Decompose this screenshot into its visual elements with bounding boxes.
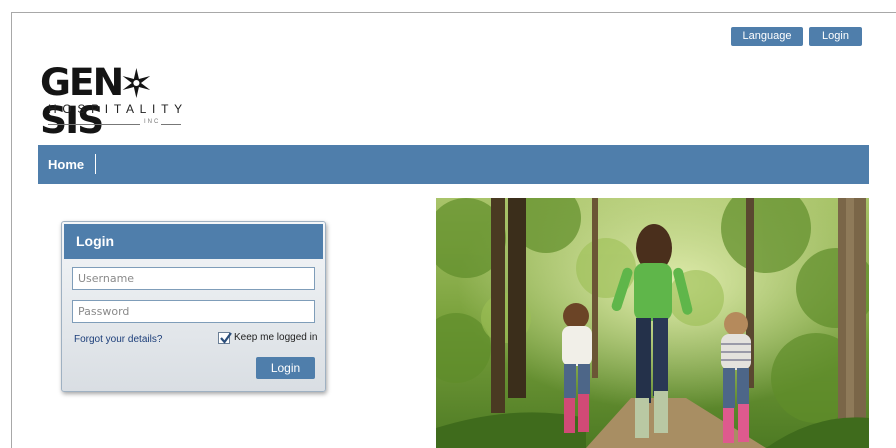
keep-logged-in-checkbox[interactable] bbox=[218, 332, 232, 344]
username-input[interactable] bbox=[72, 267, 315, 290]
nav-home[interactable]: Home bbox=[48, 145, 84, 184]
logo-rule-right bbox=[161, 124, 181, 125]
login-panel-title: Login bbox=[76, 233, 115, 249]
login-panel-header: Login bbox=[64, 224, 323, 259]
header-login-button[interactable]: Login bbox=[809, 27, 862, 46]
genesis-logo[interactable]: GENSIS HOSPITALITY INC bbox=[40, 64, 192, 140]
language-button[interactable]: Language bbox=[731, 27, 803, 46]
forgot-details-link[interactable]: Forgot your details? bbox=[74, 334, 162, 345]
checkmark-icon bbox=[220, 332, 232, 344]
nav-divider bbox=[95, 154, 96, 174]
keep-logged-in-label: Keep me logged in bbox=[234, 332, 318, 343]
logo-rule-left bbox=[48, 124, 140, 125]
logo-inc: INC bbox=[144, 119, 161, 125]
password-input[interactable] bbox=[72, 300, 315, 323]
hero-photo bbox=[436, 198, 869, 448]
main-nav: Home bbox=[38, 145, 869, 184]
logo-subtitle: HOSPITALITY bbox=[48, 102, 188, 116]
login-panel: Login Forgot your details? Keep me logge… bbox=[61, 221, 326, 392]
login-submit-button[interactable]: Login bbox=[256, 357, 315, 379]
family-walking-forest-image bbox=[436, 198, 869, 448]
logo-star-icon bbox=[122, 67, 150, 98]
